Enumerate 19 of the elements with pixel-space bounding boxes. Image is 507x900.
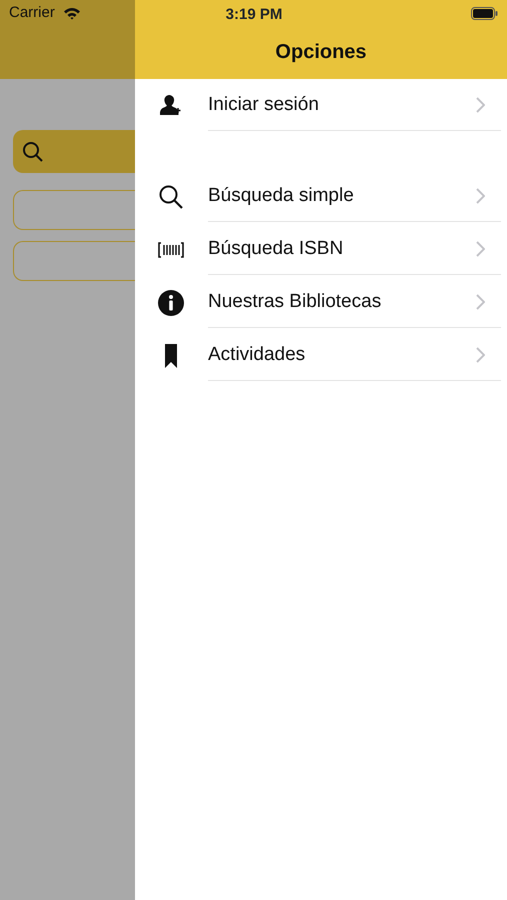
search-icon xyxy=(157,182,185,210)
chevron-icon xyxy=(475,188,485,204)
menu-item[interactable]: Iniciar sesión xyxy=(135,79,507,132)
search-field[interactable] xyxy=(13,130,135,173)
chevron-icon xyxy=(475,97,485,113)
menu-item[interactable]: Búsqueda ISBN xyxy=(135,223,507,276)
menu-item[interactable]: Actividades xyxy=(135,329,507,382)
drawer-title: Opciones xyxy=(275,40,367,65)
menu-item[interactable]: Nuestras Bibliotecas xyxy=(135,276,507,329)
chevron-icon xyxy=(475,347,485,363)
clock-label: 3:19 PM xyxy=(224,5,284,25)
menu-item[interactable]: Búsqueda simple xyxy=(135,170,507,223)
wifi-icon xyxy=(62,7,81,20)
carrier-label: Carrier xyxy=(9,3,55,24)
chevron-icon xyxy=(475,294,485,310)
chevron-icon xyxy=(475,241,485,257)
search-icon xyxy=(22,140,44,162)
battery-icon xyxy=(471,7,498,20)
info-icon xyxy=(157,288,185,316)
